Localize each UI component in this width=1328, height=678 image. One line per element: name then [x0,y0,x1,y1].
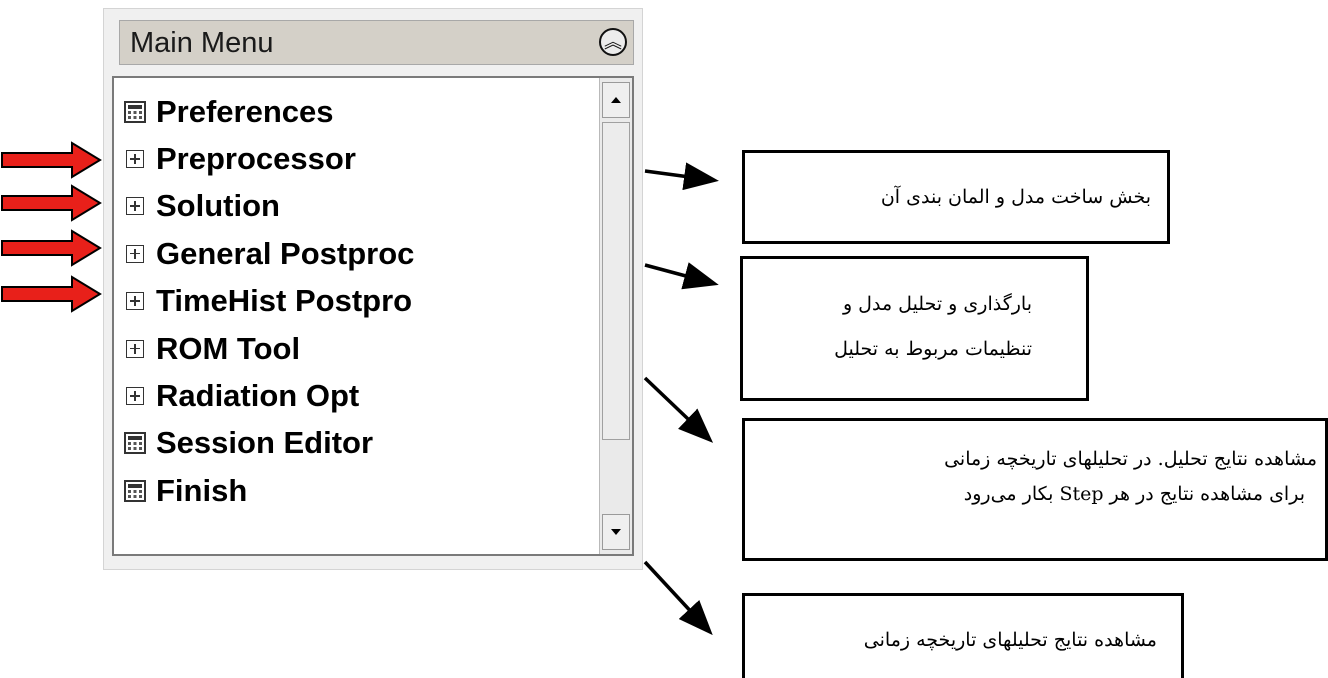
pointer-arrow-icon [644,262,719,290]
annotation-text: بارگذاری و تحلیل مدل و [842,293,1032,315]
annotation-box: مشاهده نتایج تحلیل. در تحلیلهای تاریخچه … [742,418,1328,561]
annotation-box: بارگذاری و تحلیل مدل و تنظیمات مربوط به … [740,256,1089,401]
annotation-box: مشاهده نتایج تحلیلهای تاریخچه زمانی [742,593,1184,678]
pointer-arrow-icon [644,162,719,191]
annotation-text: مشاهده نتایج تحلیلهای تاریخچه زمانی [863,629,1157,651]
pointer-arrows [643,162,719,636]
annotation-text: مشاهده نتایج تحلیل. در تحلیلهای تاریخچه … [944,448,1317,470]
annotation-text: بخش ساخت مدل و المان بندی آن [880,186,1151,208]
pointer-arrow-icon [643,376,714,443]
annotation-text: تنظیمات مربوط به تحلیل [834,338,1032,360]
annotation-text: برای مشاهده نتایج در هر Step بکار می‌رود [963,483,1305,505]
pointer-arrow-icon [643,560,713,636]
annotation-box: بخش ساخت مدل و المان بندی آن [742,150,1170,244]
